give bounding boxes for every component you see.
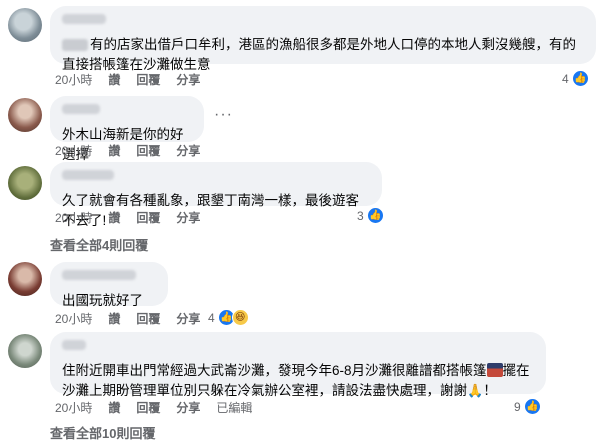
author-name-blurred[interactable] [62, 270, 136, 280]
reaction-count: 4 [208, 310, 215, 325]
author-name-blurred[interactable] [62, 14, 106, 24]
comment-timestamp[interactable]: 20小時 [55, 142, 92, 159]
reaction-count: 9 [514, 399, 521, 414]
avatar[interactable] [8, 334, 42, 368]
reply-button[interactable]: 回覆 [136, 310, 160, 327]
author-name-blurred[interactable] [62, 170, 114, 180]
avatar[interactable] [8, 166, 42, 200]
reaction-summary[interactable]: 4 👍 😆 [208, 309, 249, 326]
comment-bubble: 有的店家出借戶口牟利，港區的漁船很多都是外地人口停的本地人剩沒幾艘，有的直接搭帳… [50, 6, 596, 72]
like-button[interactable]: 讚 [108, 399, 120, 416]
edited-label[interactable]: 已編輯 [216, 399, 252, 416]
thumbs-up-icon: 👍 [571, 70, 589, 87]
author-name-blurred[interactable] [62, 340, 86, 350]
reaction-summary[interactable]: 3 👍 [357, 207, 384, 224]
share-button[interactable]: 分享 [176, 310, 200, 327]
comment-text: 出國玩就好了 [62, 293, 143, 308]
share-button[interactable]: 分享 [176, 142, 200, 159]
comment-timestamp[interactable]: 20小時 [55, 310, 92, 327]
comment-timestamp[interactable]: 20小時 [55, 399, 92, 416]
thumbs-up-icon: 👍 [366, 207, 384, 224]
like-button[interactable]: 讚 [108, 310, 120, 327]
author-name-blurred[interactable] [62, 104, 100, 114]
like-button[interactable]: 讚 [108, 71, 120, 88]
avatar[interactable] [8, 8, 42, 42]
comment-actions: 20小時 讚 回覆 分享 [55, 142, 200, 159]
like-button[interactable]: 讚 [108, 209, 120, 226]
avatar[interactable] [8, 262, 42, 296]
comment-actions: 20小時 讚 回覆 分享 [55, 209, 200, 226]
comment-text-part: 住附近開車出門常經過大武崙沙灘，發現今年6-8月沙灘很離譜都搭帳篷 [62, 363, 487, 378]
comment-text-content: 有的店家出借戶口牟利，港區的漁船很多都是外地人口停的本地人剩沒幾艘，有的直接搭帳… [62, 37, 576, 72]
comment-actions: 20小時 讚 回覆 分享 [55, 310, 200, 327]
reaction-summary[interactable]: 4 👍 [562, 70, 589, 87]
reaction-summary[interactable]: 9 👍 [514, 398, 541, 415]
like-button[interactable]: 讚 [108, 142, 120, 159]
tent-emoji-icon [486, 363, 503, 377]
view-all-replies-link[interactable]: 查看全部10則回覆 [50, 423, 155, 442]
reply-button[interactable]: 回覆 [136, 209, 160, 226]
view-all-replies-link[interactable]: 查看全部4則回覆 [50, 235, 148, 254]
reply-button[interactable]: 回覆 [136, 71, 160, 88]
thumbs-up-icon: 👍 [523, 398, 541, 415]
share-button[interactable]: 分享 [176, 209, 200, 226]
comment-bubble: 外木山海新是你的好選擇 [50, 96, 204, 162]
comment-text: 有的店家出借戶口牟利，港區的漁船很多都是外地人口停的本地人剩沒幾艘，有的直接搭帳… [62, 35, 584, 75]
reply-button[interactable]: 回覆 [136, 399, 160, 416]
comment-timestamp[interactable]: 20小時 [55, 71, 92, 88]
comment-text: 住附近開車出門常經過大武崙沙灘，發現今年6-8月沙灘很離譜都搭帳篷 擺在沙灘上期盼… [62, 361, 534, 401]
blurred-mention [62, 39, 88, 52]
comment-timestamp[interactable]: 20小時 [55, 209, 92, 226]
comment-actions: 20小時 讚 回覆 分享 已編輯 [55, 399, 252, 416]
comment-actions: 20小時 讚 回覆 分享 [55, 71, 200, 88]
comment-text-part: ！ [483, 383, 497, 398]
comment-bubble: 住附近開車出門常經過大武崙沙灘，發現今年6-8月沙灘很離譜都搭帳篷 擺在沙灘上期盼… [50, 332, 546, 398]
share-button[interactable]: 分享 [176, 71, 200, 88]
comment-bubble: 出國玩就好了 [50, 262, 168, 308]
avatar[interactable] [8, 98, 42, 132]
reply-button[interactable]: 回覆 [136, 142, 160, 159]
comment-bubble: 久了就會有各種亂象，跟墾丁南灣一樣，最後遊客不去了! [50, 162, 382, 228]
more-options-icon[interactable]: ··· [214, 106, 233, 124]
share-button[interactable]: 分享 [176, 399, 200, 416]
laughing-face-icon: 😆 [231, 309, 249, 326]
reaction-count: 4 [562, 71, 569, 86]
folded-hands-icon: 🙏 [467, 383, 484, 398]
reaction-count: 3 [357, 208, 364, 223]
